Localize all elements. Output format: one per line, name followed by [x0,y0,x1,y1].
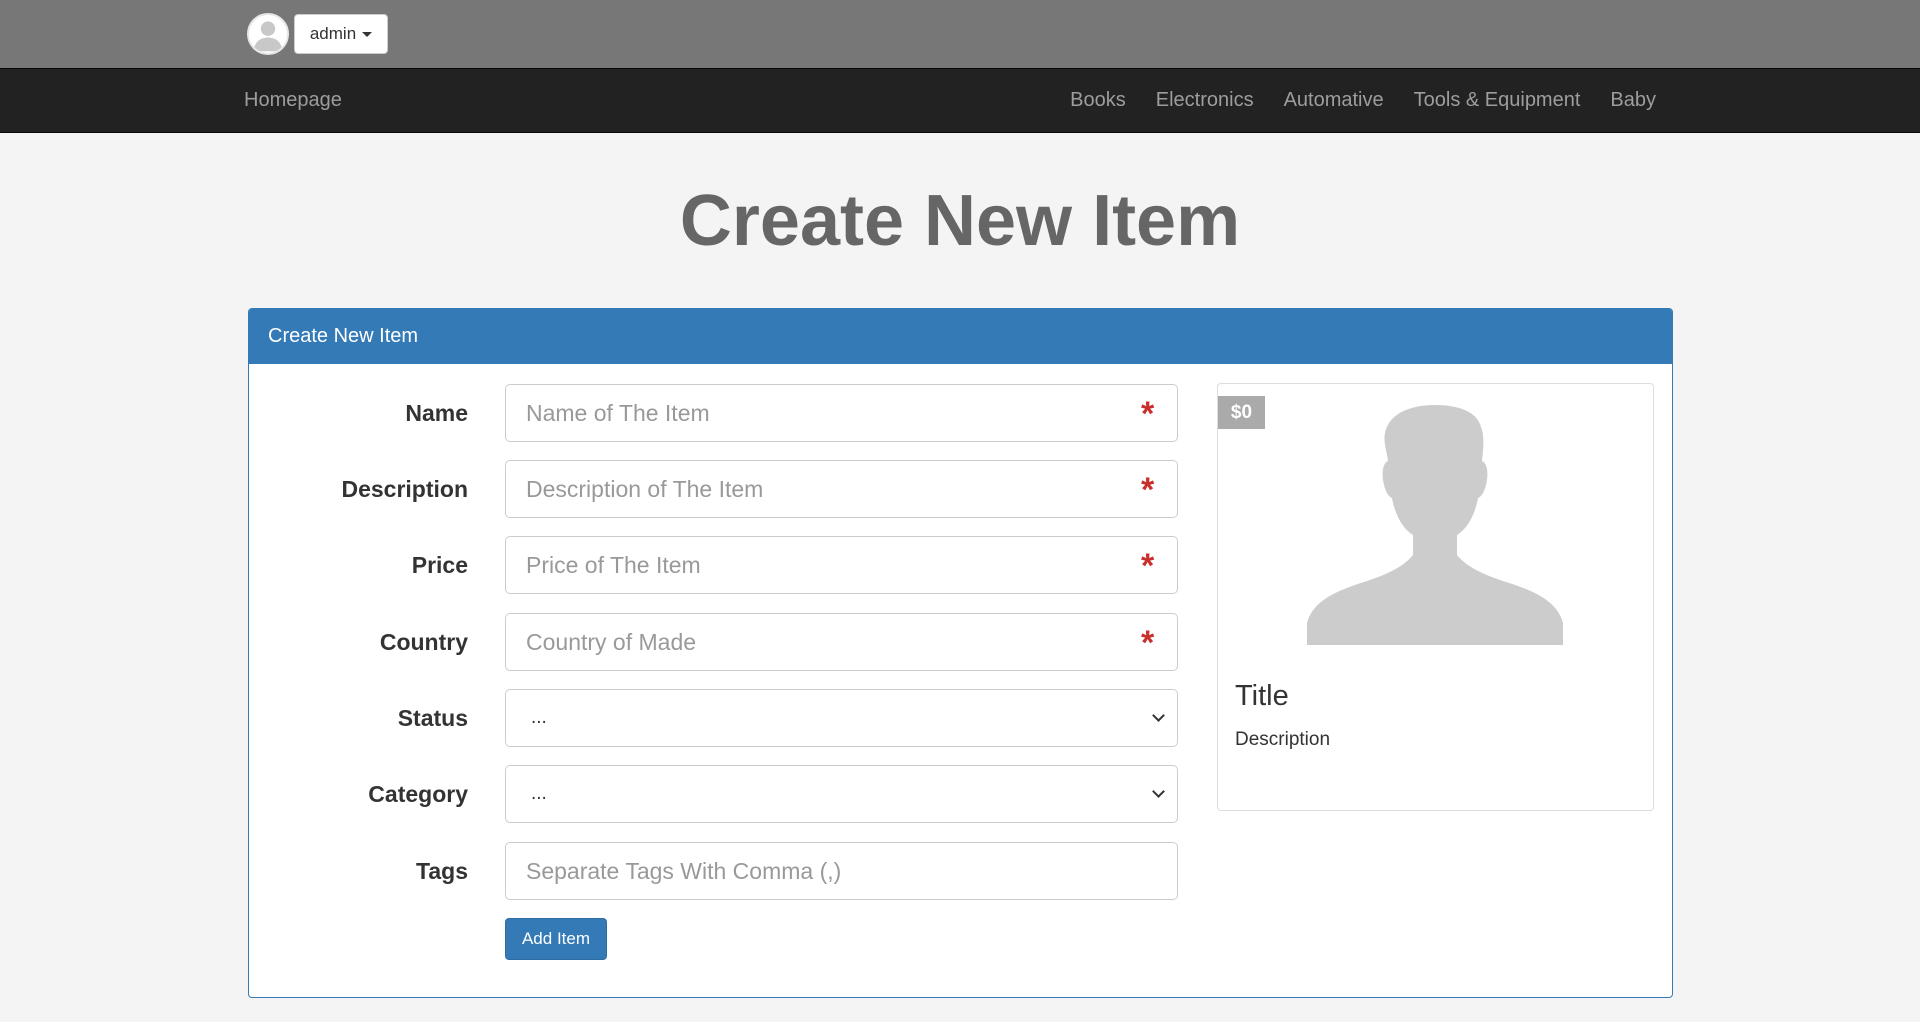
price-input[interactable] [505,536,1178,594]
description-label: Description [341,475,468,502]
nav-links: Books Electronics Automative Tools & Equ… [1070,69,1656,132]
main-navbar: Homepage Books Electronics Automative To… [0,68,1920,133]
form-row-name: Name * [249,384,1179,442]
user-dropdown-label: admin [309,24,357,43]
caret-down-icon [362,31,373,37]
nav-link-automative[interactable]: Automative [1284,89,1384,112]
nav-link-baby[interactable]: Baby [1610,89,1656,112]
price-badge: $0 [1218,396,1265,429]
category-select[interactable]: ... [505,765,1178,823]
page-title: Create New Item [679,181,1241,261]
preview-description: Description [1235,729,1331,750]
chevron-down-icon [1152,709,1165,722]
form-row-price: Price * [249,536,1179,594]
user-dropdown-button[interactable]: admin [294,14,388,54]
user-bar: admin [0,0,1920,68]
nav-link-tools-equipment[interactable]: Tools & Equipment [1414,89,1581,112]
nav-brand-homepage[interactable]: Homepage [244,69,342,132]
status-label: Status [397,704,468,731]
name-label: Name [405,399,468,426]
status-select[interactable]: ... [505,689,1178,747]
status-selected-value: ... [531,707,547,728]
country-input[interactable] [505,613,1178,671]
form-row-description: Description * [249,460,1179,518]
item-preview-card: $0 Title Description [1217,383,1654,811]
price-label: Price [411,551,468,578]
add-item-button[interactable]: Add Item [505,918,607,960]
category-selected-value: ... [531,783,547,804]
form-row-status: Status ... [249,689,1179,747]
preview-title: Title [1235,680,1289,712]
name-input[interactable] [505,384,1178,442]
nav-link-electronics[interactable]: Electronics [1156,89,1254,112]
chevron-down-icon [1152,785,1165,798]
person-silhouette-icon [1307,405,1563,645]
description-input[interactable] [505,460,1178,518]
country-label: Country [379,628,468,655]
tags-label: Tags [416,857,468,884]
form-row-country: Country * [249,613,1179,671]
form-row-category: Category ... [249,765,1179,823]
person-silhouette-graphic [1307,405,1563,645]
form-row-tags: Tags [249,842,1179,900]
tags-input[interactable] [505,842,1178,900]
user-avatar-icon-graphic [253,21,283,52]
category-label: Category [368,780,468,807]
create-item-panel: Create New Item Name * Description * Pri… [248,308,1673,998]
panel-heading: Create New Item [249,309,1672,364]
user-avatar-icon[interactable] [247,13,289,55]
nav-link-books[interactable]: Books [1070,89,1126,112]
